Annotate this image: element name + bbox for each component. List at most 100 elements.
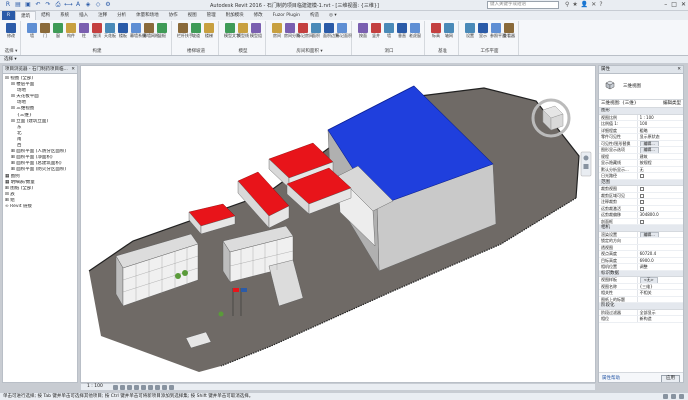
tab-7[interactable]: 体量和场地 <box>131 11 164 20</box>
close-icon[interactable]: ✕ <box>71 66 75 73</box>
property-value[interactable]: 编辑... <box>638 147 683 153</box>
property-value[interactable]: 粗略 <box>638 128 683 134</box>
text-icon[interactable]: A <box>74 1 82 9</box>
ribbon-button-2-0[interactable]: 栏杆扶手 <box>177 23 193 45</box>
apply-button[interactable]: 应用 <box>661 374 680 382</box>
maximize-button[interactable]: □ <box>671 1 677 9</box>
close-icon[interactable]: ✕ <box>677 66 681 73</box>
redo-icon[interactable]: ↷ <box>44 1 52 9</box>
select-dropdown[interactable]: 选择 ▾ <box>4 57 17 63</box>
detail-level-icon[interactable] <box>113 385 118 390</box>
property-value[interactable]: 编辑... <box>638 140 683 146</box>
tab-5[interactable]: 注释 <box>93 11 112 20</box>
tree-node[interactable]: ⊞ 面积平面 (防火分区面积) <box>4 167 76 173</box>
exchange-icon[interactable]: ✕ <box>591 1 596 9</box>
ribbon-button-1-6[interactable]: 天花板 <box>104 23 116 45</box>
ribbon-button-5-0[interactable]: 按面 <box>357 23 369 45</box>
ribbon-button-7-1[interactable]: 显示 <box>477 23 489 45</box>
tab-14[interactable]: 构造 <box>305 11 324 20</box>
save-icon[interactable]: ▣ <box>24 1 32 9</box>
settings-icon[interactable]: ⚙ <box>104 1 112 9</box>
property-edit-button[interactable]: 编辑... <box>639 231 659 237</box>
property-value[interactable] <box>638 193 683 199</box>
tab-3[interactable]: 系统 <box>55 11 74 20</box>
ribbon-button-2-1[interactable]: 坡道 <box>190 23 202 45</box>
shadows-icon[interactable] <box>134 385 139 390</box>
close-button[interactable]: ✕ <box>681 1 686 9</box>
property-value[interactable]: 100 <box>638 121 683 127</box>
tab-12[interactable]: 修改 <box>249 11 268 20</box>
ribbon-button-5-4[interactable]: 老虎窗 <box>409 23 421 45</box>
search-input[interactable]: 键入关键字或短语 <box>487 1 559 9</box>
ribbon-button-4-3[interactable]: 面积 <box>310 23 322 45</box>
section-icon[interactable]: ◇ <box>94 1 102 9</box>
tab-9[interactable]: 视图 <box>183 11 202 20</box>
tab-15[interactable]: ◎ ▾ <box>324 11 342 20</box>
property-edit-button[interactable]: 编辑... <box>639 140 659 146</box>
3d-view-icon[interactable]: ◈ <box>84 1 92 9</box>
minimize-button[interactable]: – <box>664 1 667 9</box>
ribbon-button-6-1[interactable]: 轴网 <box>443 23 455 45</box>
property-value[interactable] <box>638 173 683 179</box>
edit-type-button[interactable]: 编辑类型 <box>663 100 681 107</box>
ribbon-button-1-2[interactable]: 窗 <box>52 23 64 45</box>
property-value[interactable]: {三维} <box>638 284 683 290</box>
checkbox[interactable] <box>639 206 644 211</box>
ribbon-button-6-0[interactable]: 标高 <box>430 23 442 45</box>
ribbon-button-1-7[interactable]: 楼板 <box>117 23 129 45</box>
ribbon-button-5-2[interactable]: 墙 <box>383 23 395 45</box>
open-icon[interactable]: ▤ <box>14 1 22 9</box>
tab-8[interactable]: 协作 <box>164 11 183 20</box>
property-value[interactable]: 建筑 <box>638 154 683 160</box>
property-value[interactable] <box>638 186 683 192</box>
3d-viewport[interactable] <box>80 65 596 383</box>
checkbox[interactable] <box>639 187 644 191</box>
tab-11[interactable]: 附加模块 <box>221 11 249 20</box>
property-value[interactable]: 新构造 <box>638 316 683 322</box>
render-icon[interactable] <box>141 385 146 390</box>
property-value[interactable]: 调整 <box>638 264 683 270</box>
tab-4[interactable]: 插入 <box>74 11 93 20</box>
navigation-bar[interactable] <box>580 151 592 177</box>
checkbox[interactable] <box>639 219 644 224</box>
help-icon[interactable]: ? <box>599 1 602 9</box>
undo-icon[interactable]: ↶ <box>34 1 42 9</box>
property-value[interactable] <box>638 238 683 244</box>
checkbox[interactable] <box>639 193 644 198</box>
ribbon-button-1-8[interactable]: 幕墙系统 <box>130 23 146 45</box>
property-value[interactable] <box>638 199 683 205</box>
property-value[interactable]: 显示原状态 <box>638 134 683 140</box>
property-value[interactable] <box>638 219 683 225</box>
search-icon[interactable]: ⚲ <box>565 1 569 9</box>
tab-10[interactable]: 管理 <box>202 11 221 20</box>
tab-2[interactable]: 结构 <box>36 11 55 20</box>
property-value[interactable]: 304800.0 <box>638 212 683 218</box>
property-edit-button[interactable]: <无> <box>639 277 658 283</box>
visual-style-icon[interactable] <box>120 385 125 390</box>
design-options-icon[interactable] <box>671 394 676 399</box>
ribbon-button-3-2[interactable]: 模型组 <box>250 23 262 45</box>
user-icon[interactable]: 👤 <box>581 1 588 9</box>
tree-node[interactable]: ∞ Revit 链接 <box>4 204 76 210</box>
property-value[interactable]: 编辑... <box>638 231 683 237</box>
ribbon-button-1-9[interactable]: 幕墙网格 <box>143 23 159 45</box>
ribbon-button-0-0[interactable]: 修改 <box>5 23 17 45</box>
ribbon-button-7-2[interactable]: 参照平面 <box>490 23 506 45</box>
property-value[interactable]: 按规程 <box>638 160 683 166</box>
measure-icon[interactable]: ⟷ <box>64 1 73 9</box>
reveal-icon[interactable] <box>169 385 174 390</box>
app-menu-icon[interactable]: R <box>4 1 12 9</box>
ribbon-button-4-1[interactable]: 房间分隔 <box>284 23 300 45</box>
ribbon-button-5-1[interactable]: 竖井 <box>370 23 382 45</box>
ribbon-button-1-5[interactable]: 屋顶 <box>91 23 103 45</box>
lock-icon[interactable] <box>155 385 160 390</box>
properties-help-link[interactable]: 属性帮助 <box>602 375 620 381</box>
tab-0[interactable]: R <box>2 11 16 20</box>
ribbon-button-1-4[interactable]: 柱 <box>78 23 90 45</box>
subscription-icon[interactable]: ★ <box>572 1 577 9</box>
ribbon-button-1-0[interactable]: 墙 <box>26 23 38 45</box>
ribbon-button-3-0[interactable]: 模型文字 <box>224 23 240 45</box>
ribbon-button-3-1[interactable]: 模型线 <box>237 23 249 45</box>
property-value[interactable] <box>638 297 683 303</box>
worksets-icon[interactable] <box>663 394 668 399</box>
